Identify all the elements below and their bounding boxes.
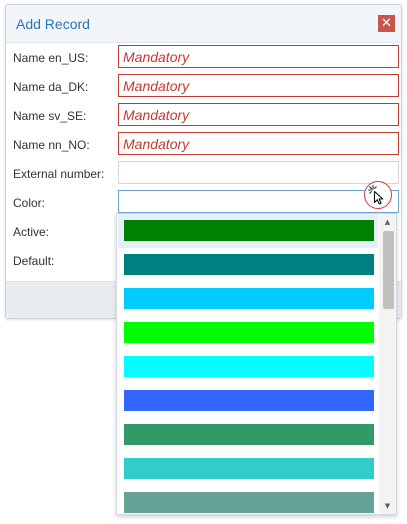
dialog-title: Add Record	[16, 16, 90, 32]
color-swatch	[124, 220, 374, 241]
color-input[interactable]	[118, 190, 399, 213]
close-button[interactable]: ✕	[378, 15, 395, 32]
cursor-sparkle-icon	[367, 184, 384, 205]
color-option[interactable]	[118, 486, 378, 514]
scroll-thumb[interactable]	[383, 231, 394, 309]
name-nn-no-placeholder: Mandatory	[123, 136, 190, 152]
color-option[interactable]	[118, 384, 378, 418]
name-nn-no-input[interactable]: Mandatory	[118, 132, 399, 155]
name-nn-no-label: Name nn_NO:	[13, 138, 90, 152]
color-option[interactable]	[118, 316, 378, 350]
dialog-titlebar: Add Record ✕	[6, 5, 401, 43]
close-icon: ✕	[381, 16, 392, 31]
color-swatch	[124, 424, 374, 445]
name-en-us-placeholder: Mandatory	[123, 49, 190, 65]
color-option[interactable]	[118, 350, 378, 384]
color-swatch	[124, 492, 374, 513]
color-swatch	[124, 390, 374, 411]
name-en-us-input[interactable]: Mandatory	[118, 45, 399, 68]
name-sv-se-label: Name sv_SE:	[13, 109, 87, 123]
color-swatch	[124, 322, 374, 343]
color-picker-icon[interactable]	[364, 181, 392, 209]
scroll-down-arrow[interactable]: ▼	[379, 499, 396, 513]
name-sv-se-input[interactable]: Mandatory	[118, 103, 399, 126]
color-swatch	[124, 254, 374, 275]
external-number-input[interactable]	[118, 161, 399, 184]
scroll-up-arrow[interactable]: ▲	[379, 215, 396, 229]
color-option[interactable]	[118, 418, 378, 452]
color-swatch	[124, 458, 374, 479]
color-dropdown: ▲ ▼	[116, 213, 397, 515]
external-number-label: External number:	[13, 167, 105, 181]
color-label: Color:	[13, 196, 46, 210]
active-label: Active:	[13, 225, 50, 239]
name-sv-se-placeholder: Mandatory	[123, 107, 190, 123]
name-da-dk-input[interactable]: Mandatory	[118, 74, 399, 97]
color-option[interactable]	[118, 214, 378, 248]
name-da-dk-label: Name da_DK:	[13, 80, 89, 94]
color-option[interactable]	[118, 248, 378, 282]
name-da-dk-placeholder: Mandatory	[123, 78, 190, 94]
default-label: Default:	[13, 254, 55, 268]
color-swatch	[124, 356, 374, 377]
color-swatch	[124, 288, 374, 309]
scrollbar[interactable]: ▲ ▼	[379, 214, 396, 514]
name-en-us-label: Name en_US:	[13, 51, 89, 65]
color-option[interactable]	[118, 282, 378, 316]
page: Add Record ✕ Name en_US: Mandatory Name …	[0, 0, 407, 524]
color-option[interactable]	[118, 452, 378, 486]
